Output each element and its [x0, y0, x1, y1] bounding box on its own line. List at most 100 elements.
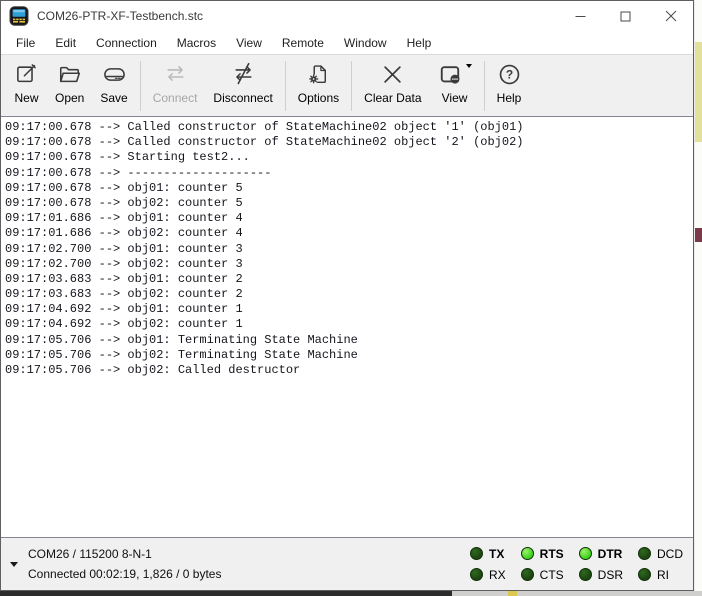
new-button[interactable]: New — [6, 58, 47, 114]
log-line: 09:17:04.692 --> obj01: counter 1 — [5, 302, 689, 317]
led-label: RI — [657, 568, 669, 582]
tool-icon-row — [438, 62, 472, 89]
background-speck — [695, 228, 702, 242]
view-button[interactable]: View — [430, 58, 480, 114]
led-label: DTR — [598, 547, 623, 561]
minimize-button[interactable] — [558, 1, 603, 31]
background-bottom-strip — [0, 591, 702, 596]
clear-data-icon — [380, 62, 405, 87]
log-line: 09:17:02.700 --> obj02: counter 3 — [5, 257, 689, 272]
status-expander-icon[interactable] — [10, 562, 18, 567]
tool-icon-row — [57, 62, 82, 89]
minimize-icon — [575, 11, 586, 22]
log-line: 09:17:00.678 --> Called constructor of S… — [5, 135, 689, 150]
menu-macros[interactable]: Macros — [167, 33, 226, 53]
log-line: 09:17:03.683 --> obj02: counter 2 — [5, 287, 689, 302]
led-label: DCD — [657, 547, 683, 561]
log-line: 09:17:05.706 --> obj01: Terminating Stat… — [5, 333, 689, 348]
terminal-log-area[interactable]: 09:17:00.678 --> Called constructor of S… — [1, 116, 693, 538]
menu-help[interactable]: Help — [397, 33, 442, 53]
led-label: TX — [489, 547, 504, 561]
background-window-sliver — [695, 0, 702, 591]
log-line: 09:17:04.692 --> obj02: counter 1 — [5, 317, 689, 332]
rx-led-icon — [470, 568, 483, 581]
tool-icon-row — [380, 62, 405, 89]
led-label: RX — [489, 568, 506, 582]
maximize-icon — [620, 11, 631, 22]
save-button[interactable]: Save — [92, 58, 135, 114]
disconnect-button[interactable]: Disconnect — [205, 58, 280, 114]
log-line: 09:17:00.678 --> obj01: counter 5 — [5, 181, 689, 196]
toolbar-separator — [140, 61, 141, 111]
led-label: CTS — [540, 568, 564, 582]
tool-label: New — [14, 91, 38, 105]
menu-remote[interactable]: Remote — [272, 33, 334, 53]
log-line: 09:17:00.678 --> Starting test2... — [5, 150, 689, 165]
log-line: 09:17:02.700 --> obj01: counter 3 — [5, 242, 689, 257]
log-line: 09:17:00.678 --> -------------------- — [5, 166, 689, 181]
led-tx: TX — [470, 547, 506, 561]
cts-led-icon — [521, 568, 534, 581]
close-button[interactable] — [648, 1, 693, 31]
log-line: 09:17:00.678 --> Called constructor of S… — [5, 120, 689, 135]
connect-button[interactable]: Connect — [145, 58, 206, 114]
log-line: 09:17:01.686 --> obj02: counter 4 — [5, 226, 689, 241]
toolbar: New Open Save Connect Disconnect Options Clear… — [1, 54, 693, 116]
maximize-button[interactable] — [603, 1, 648, 31]
led-label: DSR — [598, 568, 623, 582]
close-icon — [665, 10, 677, 22]
window-title: COM26-PTR-XF-Testbench.stc — [37, 9, 203, 23]
log-line: 09:17:05.706 --> obj02: Terminating Stat… — [5, 348, 689, 363]
titlebar-controls — [558, 1, 693, 31]
tool-icon-row — [163, 62, 188, 89]
save-icon — [102, 62, 127, 87]
terminal-app-window: COM26-PTR-XF-Testbench.stc FileEditConne… — [0, 0, 694, 591]
menu-view[interactable]: View — [226, 33, 272, 53]
led-dsr: DSR — [579, 568, 623, 582]
tool-label: Disconnect — [213, 91, 272, 105]
tool-icon-row — [14, 62, 39, 89]
background-speck — [508, 591, 517, 596]
help-button[interactable]: ?Help — [489, 58, 530, 114]
new-icon — [14, 62, 39, 87]
led-ri: RI — [638, 568, 683, 582]
menu-connection[interactable]: Connection — [86, 33, 167, 53]
tool-icon-row — [231, 62, 256, 89]
led-cts: CTS — [521, 568, 564, 582]
options-button[interactable]: Options — [290, 58, 347, 114]
led-dcd: DCD — [638, 547, 683, 561]
tool-label: View — [442, 91, 468, 105]
tool-label: Connect — [153, 91, 198, 105]
help-icon: ? — [497, 62, 522, 87]
rts-led-icon — [521, 547, 534, 560]
signal-led-grid: TX RX RTS CTS DTR DSR DCD RI — [470, 543, 683, 585]
dsr-led-icon — [579, 568, 592, 581]
background-shadow — [0, 591, 452, 596]
menubar: FileEditConnectionMacrosViewRemoteWindow… — [1, 31, 693, 54]
dropdown-arrow-icon[interactable] — [466, 64, 472, 68]
tool-icon-row — [102, 62, 127, 89]
led-dtr: DTR — [579, 547, 623, 561]
status-texts: COM26 / 115200 8-N-1 Connected 00:02:19,… — [28, 544, 221, 584]
status-port-info: COM26 / 115200 8-N-1 — [28, 544, 221, 564]
open-button[interactable]: Open — [47, 58, 92, 114]
tool-label: Clear Data — [364, 91, 421, 105]
view-icon — [438, 62, 463, 87]
tool-icon-row — [306, 62, 331, 89]
toolbar-separator — [484, 61, 485, 111]
menu-window[interactable]: Window — [334, 33, 397, 53]
connect-icon — [163, 62, 188, 87]
statusbar: COM26 / 115200 8-N-1 Connected 00:02:19,… — [1, 538, 693, 590]
tool-label: Save — [100, 91, 127, 105]
tool-icon-row: ? — [497, 62, 522, 89]
led-rts: RTS — [521, 547, 564, 561]
log-line: 09:17:00.678 --> obj02: counter 5 — [5, 196, 689, 211]
background-speck — [695, 42, 702, 142]
menu-file[interactable]: File — [6, 33, 45, 53]
led-rx: RX — [470, 568, 506, 582]
clear-data-button[interactable]: Clear Data — [356, 58, 429, 114]
disconnect-icon — [231, 62, 256, 87]
svg-text:?: ? — [505, 68, 512, 82]
menu-edit[interactable]: Edit — [45, 33, 86, 53]
titlebar[interactable]: COM26-PTR-XF-Testbench.stc — [1, 1, 693, 31]
